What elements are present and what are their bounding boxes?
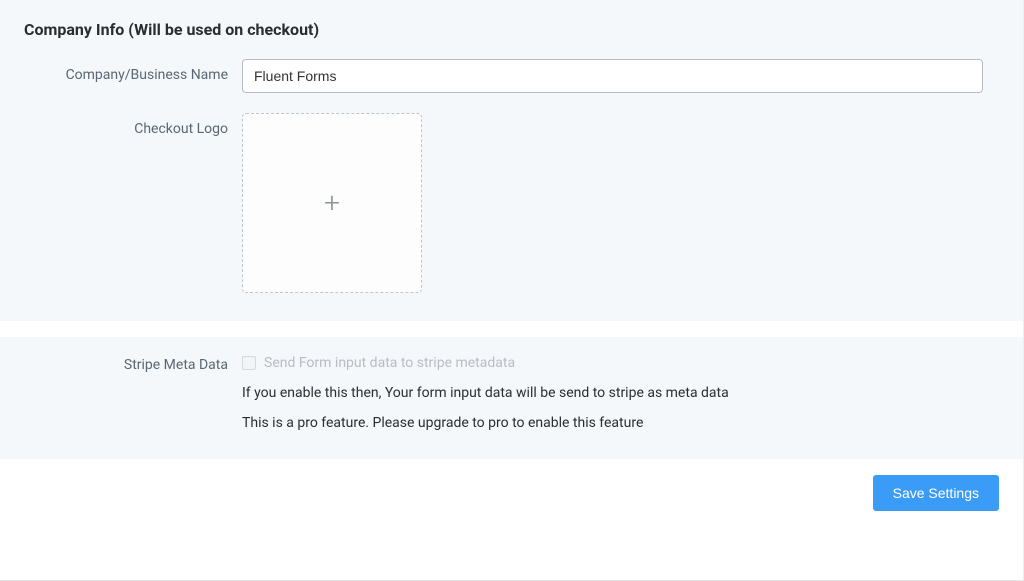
stripe-meta-label: Stripe Meta Data xyxy=(24,355,242,373)
checkout-logo-row: Checkout Logo + xyxy=(24,113,999,293)
section-title: Company Info (Will be used on checkout) xyxy=(24,20,999,39)
stripe-meta-row: Stripe Meta Data Send Form input data to… xyxy=(24,355,999,431)
checkout-logo-label: Checkout Logo xyxy=(24,113,242,137)
stripe-checkbox-wrap: Send Form input data to stripe metadata xyxy=(242,355,999,371)
company-name-input[interactable] xyxy=(242,59,983,93)
stripe-help-2: This is a pro feature. Please upgrade to… xyxy=(242,415,999,431)
stripe-checkbox xyxy=(242,356,256,370)
plus-icon: + xyxy=(324,189,340,217)
logo-upload-box[interactable]: + xyxy=(242,113,422,293)
company-name-row: Company/Business Name xyxy=(24,59,999,93)
company-name-field-wrap xyxy=(242,59,999,93)
stripe-meta-content: Send Form input data to stripe metadata … xyxy=(242,355,999,431)
company-name-label: Company/Business Name xyxy=(24,59,242,83)
stripe-checkbox-label: Send Form input data to stripe metadata xyxy=(264,355,515,371)
stripe-help-1: If you enable this then, Your form input… xyxy=(242,385,999,401)
checkout-logo-field-wrap: + xyxy=(242,113,999,293)
company-info-section: Company Info (Will be used on checkout) … xyxy=(0,0,1023,321)
stripe-meta-section: Stripe Meta Data Send Form input data to… xyxy=(0,337,1023,459)
footer: Save Settings xyxy=(0,459,1023,531)
settings-container: Company Info (Will be used on checkout) … xyxy=(0,0,1024,581)
save-settings-button[interactable]: Save Settings xyxy=(873,475,999,511)
